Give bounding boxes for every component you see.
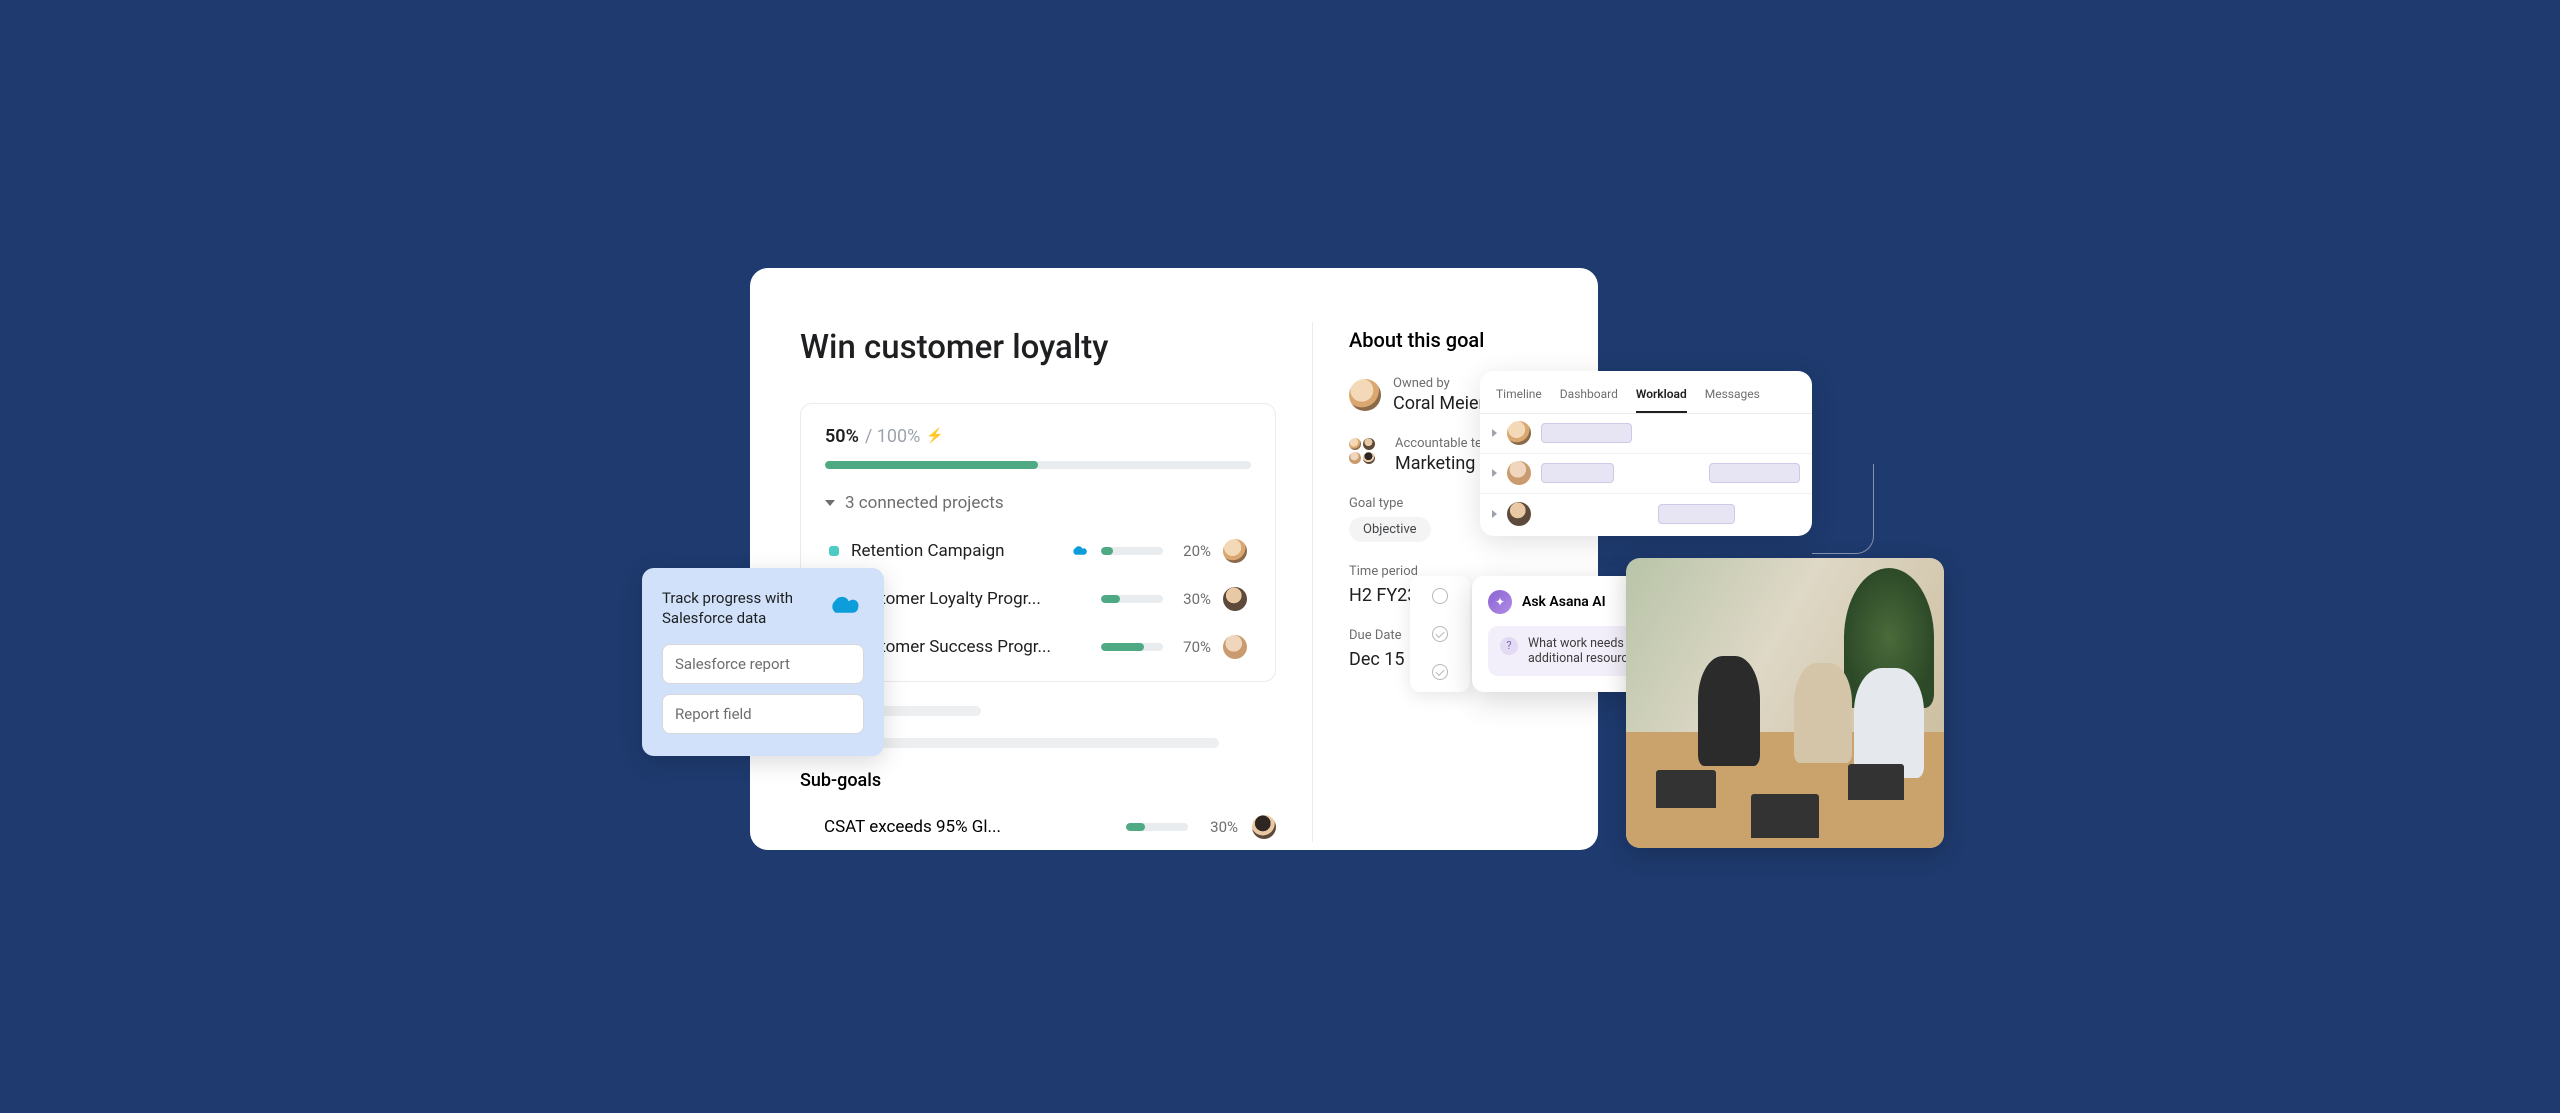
tab-timeline[interactable]: Timeline: [1496, 387, 1542, 413]
question-icon: ?: [1500, 637, 1518, 655]
subgoal-name: CSAT exceeds 95% Gl...: [824, 817, 1112, 837]
salesforce-popover: Track progress with Salesforce data Sale…: [642, 568, 884, 757]
bolt-icon: ⚡: [926, 428, 943, 444]
expand-icon: [1492, 510, 1497, 518]
workload-row[interactable]: [1480, 454, 1812, 494]
circle-outline-icon: [1432, 588, 1448, 604]
subgoals-heading: Sub-goals: [800, 770, 1276, 791]
owner-avatar: [1349, 379, 1381, 411]
project-row[interactable]: Customer Loyalty Progr... 30%: [825, 575, 1251, 623]
progress-current: 50%: [825, 426, 859, 447]
salesforce-report-input[interactable]: Salesforce report: [662, 644, 864, 684]
project-owner-avatar[interactable]: [1223, 635, 1247, 659]
goal-type-chip[interactable]: Objective: [1349, 517, 1431, 542]
salesforce-cloud-icon: [1071, 544, 1089, 558]
project-name: Customer Success Progr...: [851, 637, 1089, 657]
tab-messages[interactable]: Messages: [1705, 387, 1760, 413]
project-color-dot: [829, 546, 839, 556]
project-row[interactable]: Customer Success Progr... 70%: [825, 623, 1251, 671]
connector-line: [1812, 464, 1874, 554]
project-progress-bar: [1101, 595, 1163, 603]
task-status-column: [1410, 576, 1470, 692]
project-percent: 70%: [1175, 638, 1211, 656]
connected-projects-toggle[interactable]: 3 connected projects: [825, 493, 1251, 513]
vertical-divider: [1312, 322, 1313, 842]
subgoal-row[interactable]: CSAT exceeds 95% Gl... 30%: [800, 801, 1276, 839]
progress-total: / 100%: [865, 426, 920, 447]
project-row[interactable]: Retention Campaign 20%: [825, 527, 1251, 575]
project-name: Retention Campaign: [851, 541, 1059, 561]
row-avatar: [1507, 421, 1531, 445]
project-owner-avatar[interactable]: [1223, 587, 1247, 611]
chevron-down-icon: [825, 500, 835, 506]
owner-name: Coral Meier: [1393, 393, 1485, 414]
tab-dashboard[interactable]: Dashboard: [1560, 387, 1618, 413]
ask-ai-title: Ask Asana AI: [1522, 594, 1606, 610]
project-percent: 20%: [1175, 542, 1211, 560]
goal-detail-card: Win customer loyalty 50% / 100% ⚡ 3 conn…: [750, 268, 1598, 850]
progress-bar: [825, 461, 1251, 469]
tab-workload[interactable]: Workload: [1636, 387, 1687, 413]
expand-icon: [1492, 469, 1497, 477]
goal-title: Win customer loyalty: [800, 328, 1276, 367]
salesforce-logo-icon: [826, 594, 864, 622]
workload-card: Timeline Dashboard Workload Messages: [1480, 371, 1812, 536]
salesforce-title: Track progress with Salesforce data: [662, 588, 814, 629]
project-percent: 30%: [1175, 590, 1211, 608]
subgoal-progress-bar: [1126, 823, 1188, 831]
workload-row[interactable]: [1480, 494, 1812, 534]
row-avatar: [1507, 502, 1531, 526]
check-circle-icon: [1432, 626, 1448, 642]
connected-projects-label: 3 connected projects: [845, 493, 1004, 513]
project-progress-bar: [1101, 643, 1163, 651]
subgoal-owner-avatar[interactable]: [1252, 815, 1276, 839]
project-progress-bar: [1101, 547, 1163, 555]
project-name: Customer Loyalty Progr...: [851, 589, 1089, 609]
subgoal-percent: 30%: [1202, 818, 1238, 836]
about-heading: About this goal: [1349, 328, 1548, 352]
check-circle-icon: [1432, 664, 1448, 680]
sparkle-icon: ✦: [1488, 590, 1512, 614]
row-avatar: [1507, 461, 1531, 485]
owner-label: Owned by: [1393, 376, 1485, 391]
meeting-photo: [1626, 558, 1944, 848]
expand-icon: [1492, 429, 1497, 437]
project-owner-avatar[interactable]: [1223, 539, 1247, 563]
team-avatars: [1349, 438, 1383, 472]
workload-row[interactable]: [1480, 414, 1812, 454]
report-field-input[interactable]: Report field: [662, 694, 864, 734]
